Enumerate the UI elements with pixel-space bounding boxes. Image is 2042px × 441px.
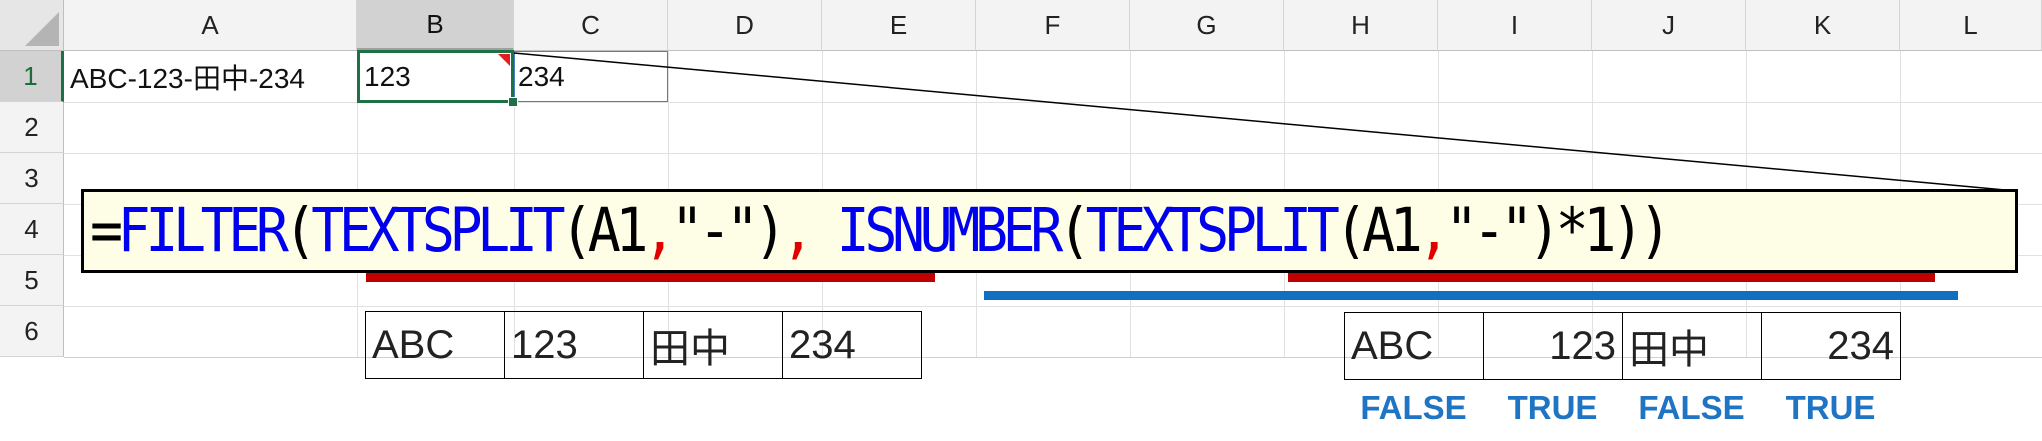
formula-token: ( — [283, 194, 317, 266]
isnumber-flag: FALSE — [1360, 389, 1467, 426]
formula-token: , — [643, 194, 676, 266]
formula-token: TEXTSPLIT — [1085, 194, 1340, 266]
isnumber-result-cell: 234 — [1761, 312, 1901, 380]
formula-text: = FILTER(TEXTSPLIT (A1, "-"), ISNUMBER(TEXT… — [90, 188, 1672, 272]
isnumber-result-cell: 123 — [1483, 312, 1623, 380]
formula-token: "-") — [670, 194, 787, 266]
isnumber-underline — [984, 291, 1958, 300]
formula-token: ISNUMBER — [836, 194, 1064, 266]
formula-token: = — [90, 194, 123, 266]
formula-token: TEXTSPLIT — [311, 194, 565, 266]
isnumber-flag: FALSE — [1638, 389, 1745, 426]
isnumber-flag: TRUE — [1507, 389, 1598, 426]
formula-token: "-")*1)) — [1445, 194, 1672, 266]
formula-token: (A1 — [1334, 194, 1422, 266]
isnumber-result-table: ABC 123 田中 234 — [1344, 312, 1901, 380]
formula-token: , — [781, 194, 837, 266]
formula-token: FILTER — [117, 194, 289, 266]
formula-token: , — [1417, 194, 1450, 266]
isnumber-result-cell: ABC — [1344, 312, 1484, 380]
formula-token: (A1 — [560, 194, 648, 266]
textsplit-result-table: ABC 123 田中 234 — [365, 311, 922, 379]
textsplit-underline — [366, 273, 935, 282]
formula-token: ( — [1057, 194, 1091, 266]
textsplit-result-cell: ABC — [365, 311, 505, 379]
textsplit-result-cell: 123 — [504, 311, 644, 379]
isnumber-flag: TRUE — [1785, 389, 1876, 426]
callout-line-segment — [513, 52, 2017, 192]
textsplit-underline-2 — [1288, 273, 1935, 282]
isnumber-result-cell: 田中 — [1622, 312, 1762, 380]
textsplit-result-cell: 234 — [782, 311, 922, 379]
textsplit-result-cell: 田中 — [643, 311, 783, 379]
